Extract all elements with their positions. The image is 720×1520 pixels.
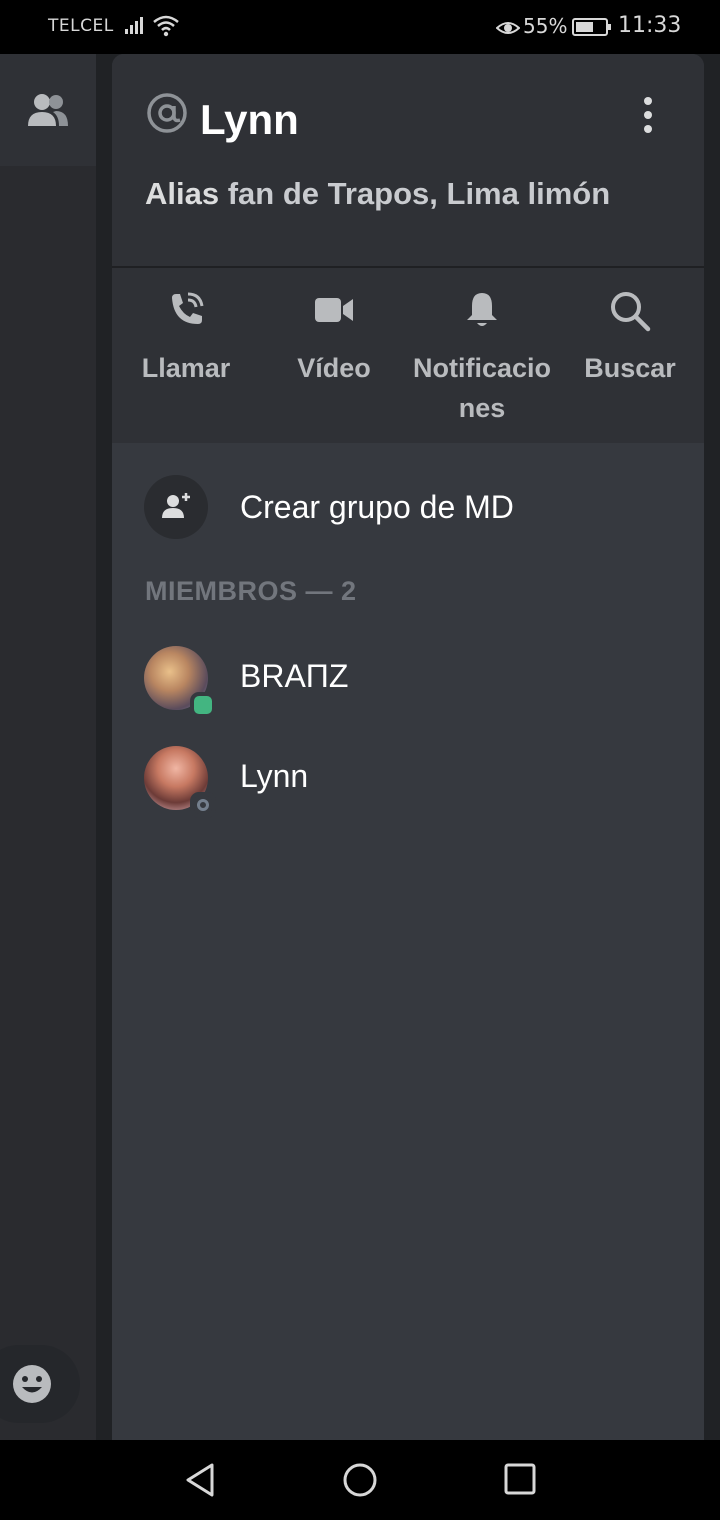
call-button[interactable]: Llamar (112, 268, 260, 443)
search-icon (609, 290, 651, 336)
search-button[interactable]: Buscar (556, 268, 704, 443)
search-label: Buscar (584, 353, 676, 383)
video-label: Vídeo (297, 353, 371, 383)
member-row[interactable]: Lynn (112, 744, 704, 824)
offline-status-icon (190, 792, 216, 818)
dm-details-drawer: Lynn Alias fan de Trapos, Lima limón Lla… (112, 54, 704, 1440)
video-camera-icon (313, 290, 355, 334)
smiley-icon[interactable] (12, 1364, 52, 1408)
drawer-header: Lynn Alias fan de Trapos, Lima limón (112, 54, 704, 266)
carrier-label: TELCEL (48, 16, 114, 36)
call-label: Llamar (141, 353, 231, 383)
system-nav-bar (0, 1440, 720, 1520)
member-name: BRAΠZ (240, 658, 349, 694)
battery-icon (572, 17, 612, 41)
more-options-icon[interactable] (642, 96, 654, 140)
clock: 11:33 (618, 13, 682, 38)
home-icon[interactable] (342, 1462, 378, 1502)
status-bar: TELCEL 55% 11:33 (0, 0, 720, 54)
recent-apps-icon[interactable] (504, 1463, 536, 1499)
create-group-label: Crear grupo de MD (240, 489, 514, 525)
video-button[interactable]: Vídeo (260, 268, 408, 443)
online-status-icon (190, 692, 216, 718)
notifications-button[interactable]: Notificacio nes (408, 268, 556, 443)
members-header: MIEMBROS — 2 (145, 576, 357, 606)
at-sign-icon (146, 92, 188, 138)
background-chat-panel (0, 54, 96, 1440)
eye-comfort-icon (495, 17, 521, 41)
member-name: Lynn (240, 758, 309, 794)
page-title: Lynn (200, 96, 299, 143)
back-icon[interactable] (184, 1462, 216, 1502)
alias-value: fan de Trapos, Lima limón (227, 176, 611, 211)
add-person-icon (162, 491, 192, 525)
alias-label: Alias (145, 176, 220, 211)
phone-call-icon (166, 290, 206, 334)
battery-percent: 55% (523, 14, 568, 38)
members-list-icon[interactable] (26, 92, 70, 132)
alias-line: Alias fan de Trapos, Lima limón (145, 176, 610, 212)
signal-icon (124, 15, 146, 39)
notifications-label: Notificacio nes (412, 353, 552, 423)
bell-icon (462, 290, 502, 334)
member-row[interactable]: BRAΠZ (112, 644, 704, 724)
action-bar: Llamar Vídeo Notificacio nes Buscar (112, 268, 704, 443)
create-group-dm-button[interactable]: Crear grupo de MD (112, 469, 704, 549)
wifi-icon (152, 13, 180, 43)
